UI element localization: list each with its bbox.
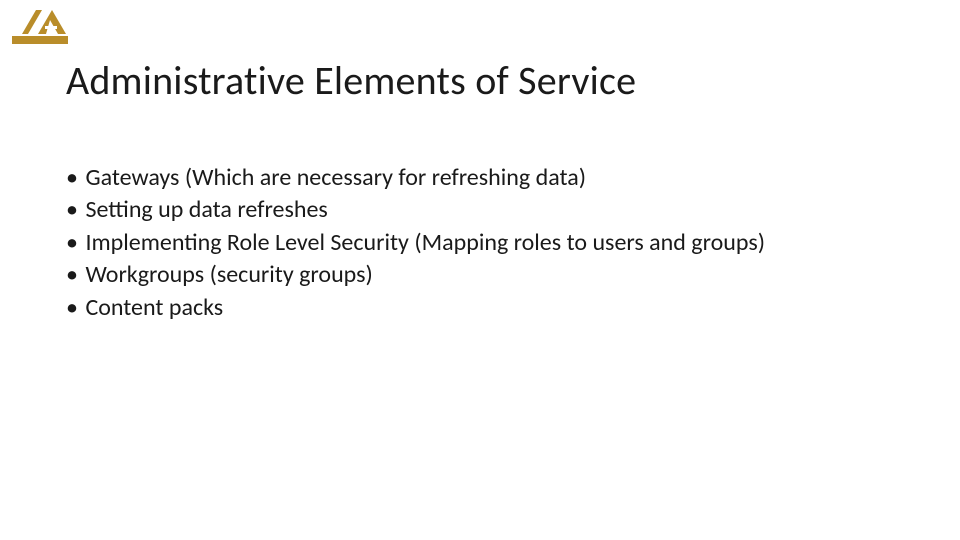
bullet-icon: •: [66, 227, 80, 259]
bullet-text: Content packs: [85, 293, 223, 322]
list-item: • Setting up data refreshes: [66, 194, 920, 226]
bullet-icon: •: [66, 162, 80, 194]
list-item: • Gateways (Which are necessary for refr…: [66, 162, 920, 194]
bullet-icon: •: [66, 259, 80, 291]
bullet-icon: •: [66, 292, 80, 324]
bullet-text: Implementing Role Level Security (Mappin…: [85, 228, 765, 257]
bullet-icon: •: [66, 194, 80, 226]
list-item: • Implementing Role Level Security (Mapp…: [66, 227, 920, 259]
bullet-list: • Gateways (Which are necessary for refr…: [66, 162, 920, 324]
slide-title: Administrative Elements of Service: [66, 56, 636, 105]
bullet-text: Gateways (Which are necessary for refres…: [85, 163, 586, 192]
slide: Administrative Elements of Service • Gat…: [0, 0, 960, 540]
bullet-text: Workgroups (security groups): [85, 260, 372, 289]
list-item: • Content packs: [66, 292, 920, 324]
bullet-text: Setting up data refreshes: [85, 195, 327, 224]
brand-logo-icon: [12, 6, 68, 46]
list-item: • Workgroups (security groups): [66, 259, 920, 291]
